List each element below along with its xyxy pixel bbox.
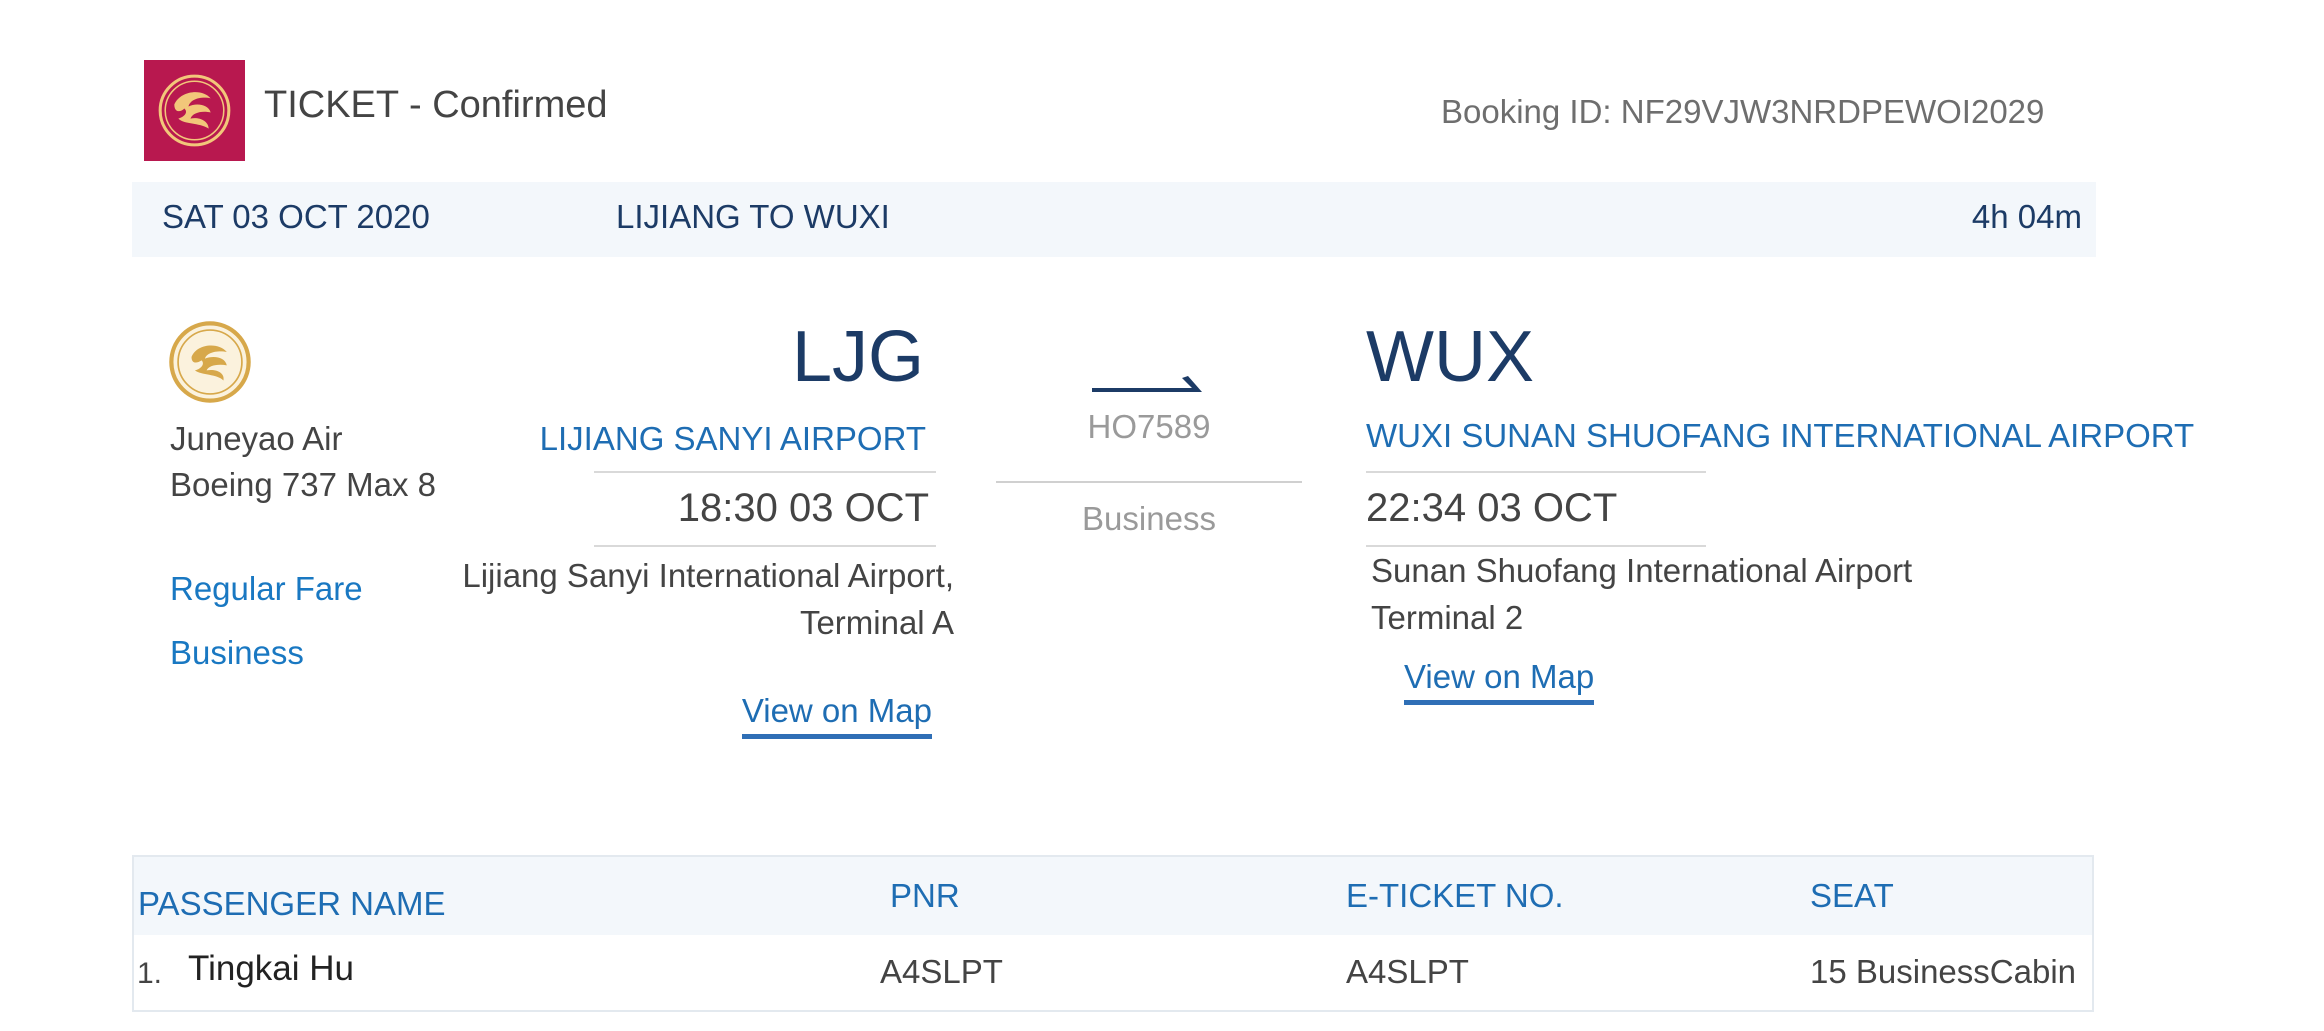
- divider: [1366, 471, 1706, 473]
- flight-number: HO7589: [1087, 408, 1211, 445]
- arrival-airport-name: WUXI SUNAN SHUOFANG INTERNATIONAL AIRPOR…: [1366, 417, 2195, 454]
- aircraft-model: Boeing 737 Max 8: [170, 466, 437, 503]
- header-seat: SEAT: [1810, 877, 1894, 914]
- trip-duration: 4h 04m: [1971, 198, 2082, 235]
- cabin-class-link[interactable]: Business: [170, 634, 304, 672]
- departure-airport-name: LIJIANG SANYI AIRPORT: [539, 420, 926, 457]
- row-index: 1.: [137, 957, 163, 990]
- divider: [1366, 545, 1706, 547]
- departure-view-on-map-link[interactable]: View on Map: [741, 692, 932, 739]
- divider: [594, 545, 936, 547]
- header-eticket: E-TICKET NO.: [1346, 877, 1564, 914]
- ticket-title: TICKET - Confirmed: [264, 84, 608, 126]
- divider: [996, 481, 1302, 483]
- passenger-eticket: A4SLPT: [1346, 953, 1469, 990]
- fare-type-link[interactable]: Regular Fare: [170, 570, 363, 608]
- passenger-name: Tingkai Hu: [188, 949, 354, 988]
- passenger-pnr: A4SLPT: [880, 953, 1003, 990]
- passenger-table: PASSENGER NAME PNR E-TICKET NO. SEAT 1. …: [132, 855, 2094, 1012]
- departure-terminal: Lijiang Sanyi International Airport, Ter…: [462, 557, 954, 641]
- header-pnr: PNR: [890, 877, 960, 914]
- arrival-terminal: Terminal 2: [1371, 599, 1524, 636]
- arrival-airport-full: Sunan Shuofang International Airport: [1371, 552, 1913, 589]
- airline-name: Juneyao Air: [170, 420, 343, 457]
- trip-date: SAT 03 OCT 2020: [162, 198, 430, 235]
- arrival-time: 22:34 03 OCT: [1366, 486, 1618, 530]
- arrival-code: WUX: [1366, 317, 1534, 397]
- divider: [594, 471, 936, 473]
- flight-cabin: Business: [1082, 500, 1216, 537]
- passenger-seat: 15 BusinessCabin: [1810, 953, 2076, 990]
- trip-route: LIJIANG TO WUXI: [616, 198, 890, 235]
- airline-logo-icon: [168, 320, 252, 404]
- arrival-view-on-map-link[interactable]: View on Map: [1404, 658, 1595, 705]
- phoenix-logo-icon: [158, 74, 231, 147]
- departure-code: LJG: [791, 317, 924, 397]
- brand-logo: [144, 60, 245, 161]
- header-passenger-name: PASSENGER NAME: [138, 885, 446, 922]
- plane-icon: [1088, 366, 1206, 396]
- departure-time: 18:30 03 OCT: [677, 486, 929, 530]
- booking-id: Booking ID: NF29VJW3NRDPEWOI2029: [1441, 93, 2045, 130]
